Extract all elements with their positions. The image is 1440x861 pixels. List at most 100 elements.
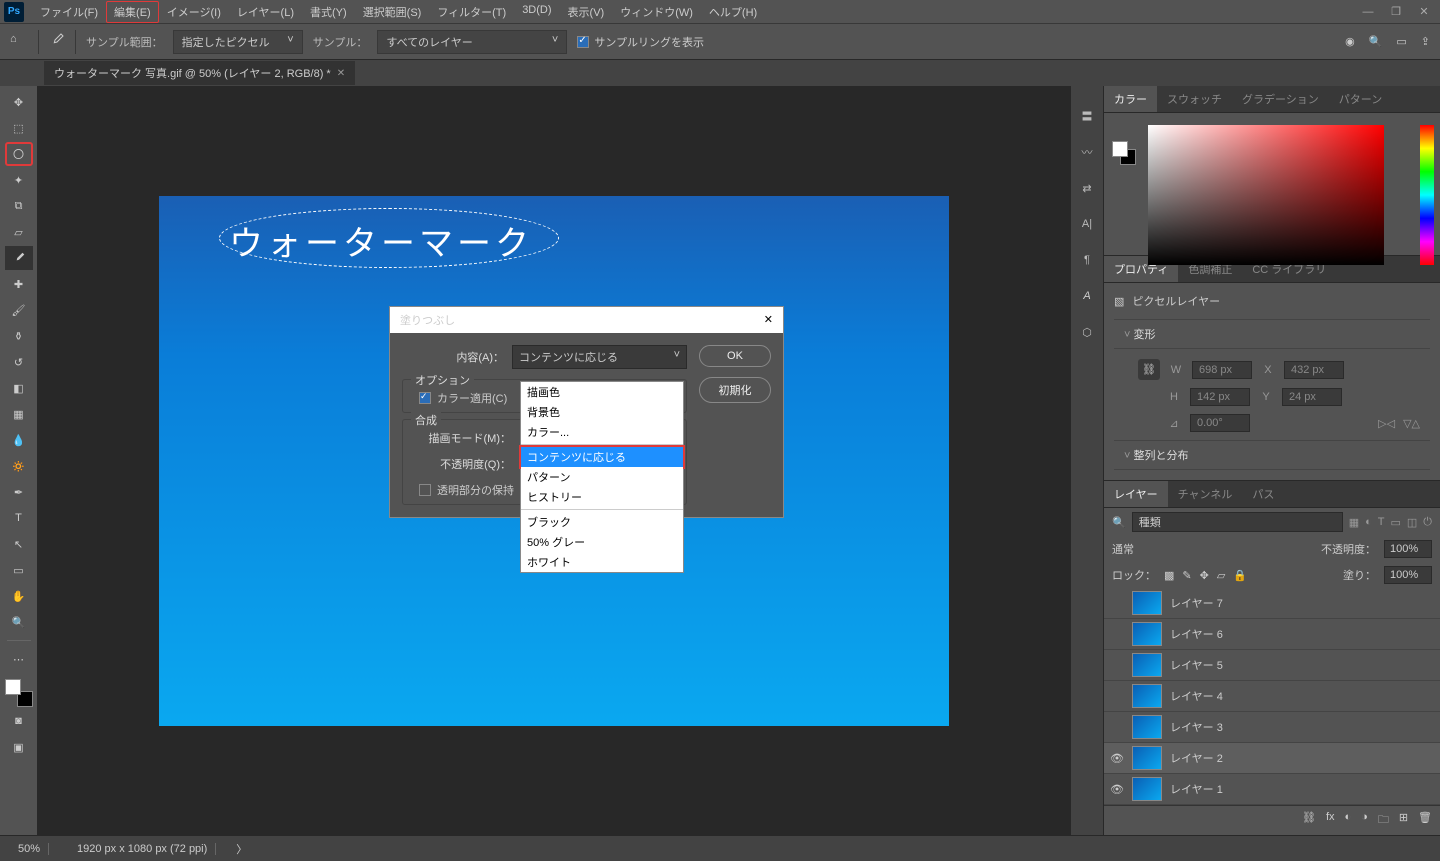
layer-row[interactable]: レイヤー 6 [1104, 619, 1440, 650]
filter-smart-icon[interactable]: ◫ [1407, 516, 1417, 529]
lock-pixels-icon[interactable]: ▩ [1164, 569, 1174, 582]
width-field[interactable]: 698 px [1192, 361, 1252, 379]
dropdown-option[interactable]: コンテンツに応じる [519, 445, 685, 469]
wand-tool[interactable]: ✦ [5, 168, 33, 192]
filter-image-icon[interactable]: ▦ [1349, 516, 1359, 529]
lock-brush-icon[interactable]: ✎ [1182, 569, 1191, 582]
flip-h-icon[interactable]: ▷◁ [1378, 417, 1395, 430]
sample-range-dropdown[interactable]: 指定したピクセル˅ [173, 30, 303, 54]
visibility-icon[interactable]: 👁 [1110, 752, 1124, 765]
pen-tool[interactable]: ✒ [5, 480, 33, 504]
link-icon[interactable]: ⛓ [1138, 359, 1160, 380]
quickmask-tool[interactable]: ◙ [5, 709, 33, 733]
dropdown-option[interactable]: ヒストリー [521, 487, 683, 507]
transform-section[interactable]: 変形 [1114, 319, 1430, 349]
zoom-level[interactable]: 50% [10, 843, 49, 855]
screenmode-tool[interactable]: ▣ [5, 735, 33, 759]
status-arrow[interactable]: 〉 [236, 841, 247, 857]
show-ring-checkbox[interactable]: サンプルリングを表示 [577, 34, 704, 50]
filter-shape-icon[interactable]: ▭ [1390, 516, 1400, 529]
crop-tool[interactable]: ⧉ [5, 194, 33, 218]
share-icon[interactable]: ⇪ [1421, 35, 1430, 48]
menu-3D(D)[interactable]: 3D(D) [514, 1, 559, 23]
reset-button[interactable]: 初期化 [699, 377, 771, 403]
guides-icon[interactable]: 〓 [1077, 106, 1097, 126]
hue-bar[interactable] [1420, 125, 1434, 265]
dropdown-option[interactable]: ブラック [521, 512, 683, 532]
dropdown-option[interactable]: 50% グレー [521, 532, 683, 552]
menu-ヘルプ(H)[interactable]: ヘルプ(H) [701, 1, 765, 23]
layer-row[interactable]: レイヤー 3 [1104, 712, 1440, 743]
blur-tool[interactable]: 💧 [5, 428, 33, 452]
brush-tool[interactable]: 🖌 [5, 298, 33, 322]
menu-編集(E)[interactable]: 編集(E) [106, 1, 159, 23]
y-field[interactable]: 24 px [1282, 388, 1342, 406]
edit-toolbar[interactable]: ⋯ [5, 647, 33, 671]
angle-field[interactable]: 0.00° [1190, 414, 1250, 432]
filter-adjust-icon[interactable]: ◐ [1365, 516, 1372, 528]
paragraph-icon[interactable]: ¶ [1077, 250, 1097, 270]
dropdown-option[interactable]: ホワイト [521, 552, 683, 572]
group-icon[interactable]: 🗀 [1378, 811, 1389, 830]
color-swatch[interactable] [5, 679, 33, 707]
tab-スウォッチ[interactable]: スウォッチ [1157, 86, 1232, 112]
eyedropper-tool[interactable] [5, 246, 33, 270]
document-tab[interactable]: ウォーターマーク 写真.gif @ 50% (レイヤー 2, RGB/8) *✕ [44, 61, 355, 85]
gradient-tool[interactable]: ▦ [5, 402, 33, 426]
move-tool[interactable]: ✥ [5, 90, 33, 114]
marquee-tool[interactable]: ⬚ [5, 116, 33, 140]
height-field[interactable]: 142 px [1190, 388, 1250, 406]
mask-icon[interactable]: ◐ [1345, 811, 1352, 830]
search-icon[interactable]: 🔍 [1369, 35, 1383, 48]
dialog-titlebar[interactable]: 塗りつぶし ✕ [390, 307, 783, 333]
dialog-close-icon[interactable]: ✕ [764, 313, 773, 326]
type-tool[interactable]: T [5, 506, 33, 530]
menu-フィルター(T)[interactable]: フィルター(T) [429, 1, 514, 23]
brush-settings-icon[interactable]: ⇄ [1077, 178, 1097, 198]
tab-レイヤー[interactable]: レイヤー [1104, 481, 1168, 507]
filter-type-icon[interactable]: T [1378, 516, 1385, 528]
lock-all-icon[interactable]: 🔒 [1233, 569, 1247, 582]
layer-row[interactable]: レイヤー 4 [1104, 681, 1440, 712]
delete-layer-icon[interactable]: 🗑 [1418, 811, 1432, 830]
menu-選択範囲(S)[interactable]: 選択範囲(S) [355, 1, 430, 23]
color-spectrum[interactable] [1148, 125, 1384, 265]
flip-v-icon[interactable]: ▽△ [1403, 417, 1420, 430]
home-icon[interactable]: ⌂ [10, 33, 28, 51]
adjustment-icon[interactable]: ◑ [1361, 811, 1368, 830]
brushes-icon[interactable]: 〰 [1077, 142, 1097, 162]
content-dropdown[interactable]: コンテンツに応じる˅ [512, 345, 687, 369]
workspace-icon[interactable]: ▭ [1396, 35, 1406, 48]
layer-row[interactable]: 👁レイヤー 2 [1104, 743, 1440, 774]
x-field[interactable]: 432 px [1284, 361, 1344, 379]
character-icon[interactable]: A| [1077, 214, 1097, 234]
layer-row[interactable]: 👁レイヤー 1 [1104, 774, 1440, 805]
heal-tool[interactable]: ✚ [5, 272, 33, 296]
tab-パス[interactable]: パス [1242, 481, 1284, 507]
dodge-tool[interactable]: 🔅 [5, 454, 33, 478]
minimize-button[interactable]: — [1356, 3, 1380, 21]
maximize-button[interactable]: ❐ [1384, 3, 1408, 21]
dropdown-option[interactable]: パターン [521, 467, 683, 487]
history-brush-tool[interactable]: ↺ [5, 350, 33, 374]
shape-tool[interactable]: ▭ [5, 558, 33, 582]
tab-チャンネル[interactable]: チャンネル [1168, 481, 1243, 507]
new-layer-icon[interactable]: ⊞ [1399, 811, 1408, 830]
filter-toggle-icon[interactable]: ⏻ [1423, 516, 1432, 529]
dropdown-option[interactable]: 描画色 [521, 382, 683, 402]
menu-表示(V)[interactable]: 表示(V) [560, 1, 613, 23]
sample-dropdown[interactable]: すべてのレイヤー˅ [377, 30, 567, 54]
dropdown-option[interactable]: カラー... [521, 422, 683, 442]
dropdown-option[interactable]: 背景色 [521, 402, 683, 422]
lock-artboard-icon[interactable]: ▱ [1217, 569, 1225, 582]
tab-パターン[interactable]: パターン [1329, 86, 1392, 112]
hand-tool[interactable]: ✋ [5, 584, 33, 608]
opacity-field[interactable]: 100% [1384, 540, 1432, 558]
visibility-icon[interactable]: 👁 [1110, 783, 1124, 796]
align-section[interactable]: 整列と分布 [1114, 440, 1430, 470]
menu-ファイル(F)[interactable]: ファイル(F) [32, 1, 106, 23]
menu-書式(Y)[interactable]: 書式(Y) [302, 1, 355, 23]
glyphs-icon[interactable]: A [1077, 286, 1097, 306]
panel-swatch[interactable] [1112, 141, 1136, 165]
layer-row[interactable]: レイヤー 5 [1104, 650, 1440, 681]
